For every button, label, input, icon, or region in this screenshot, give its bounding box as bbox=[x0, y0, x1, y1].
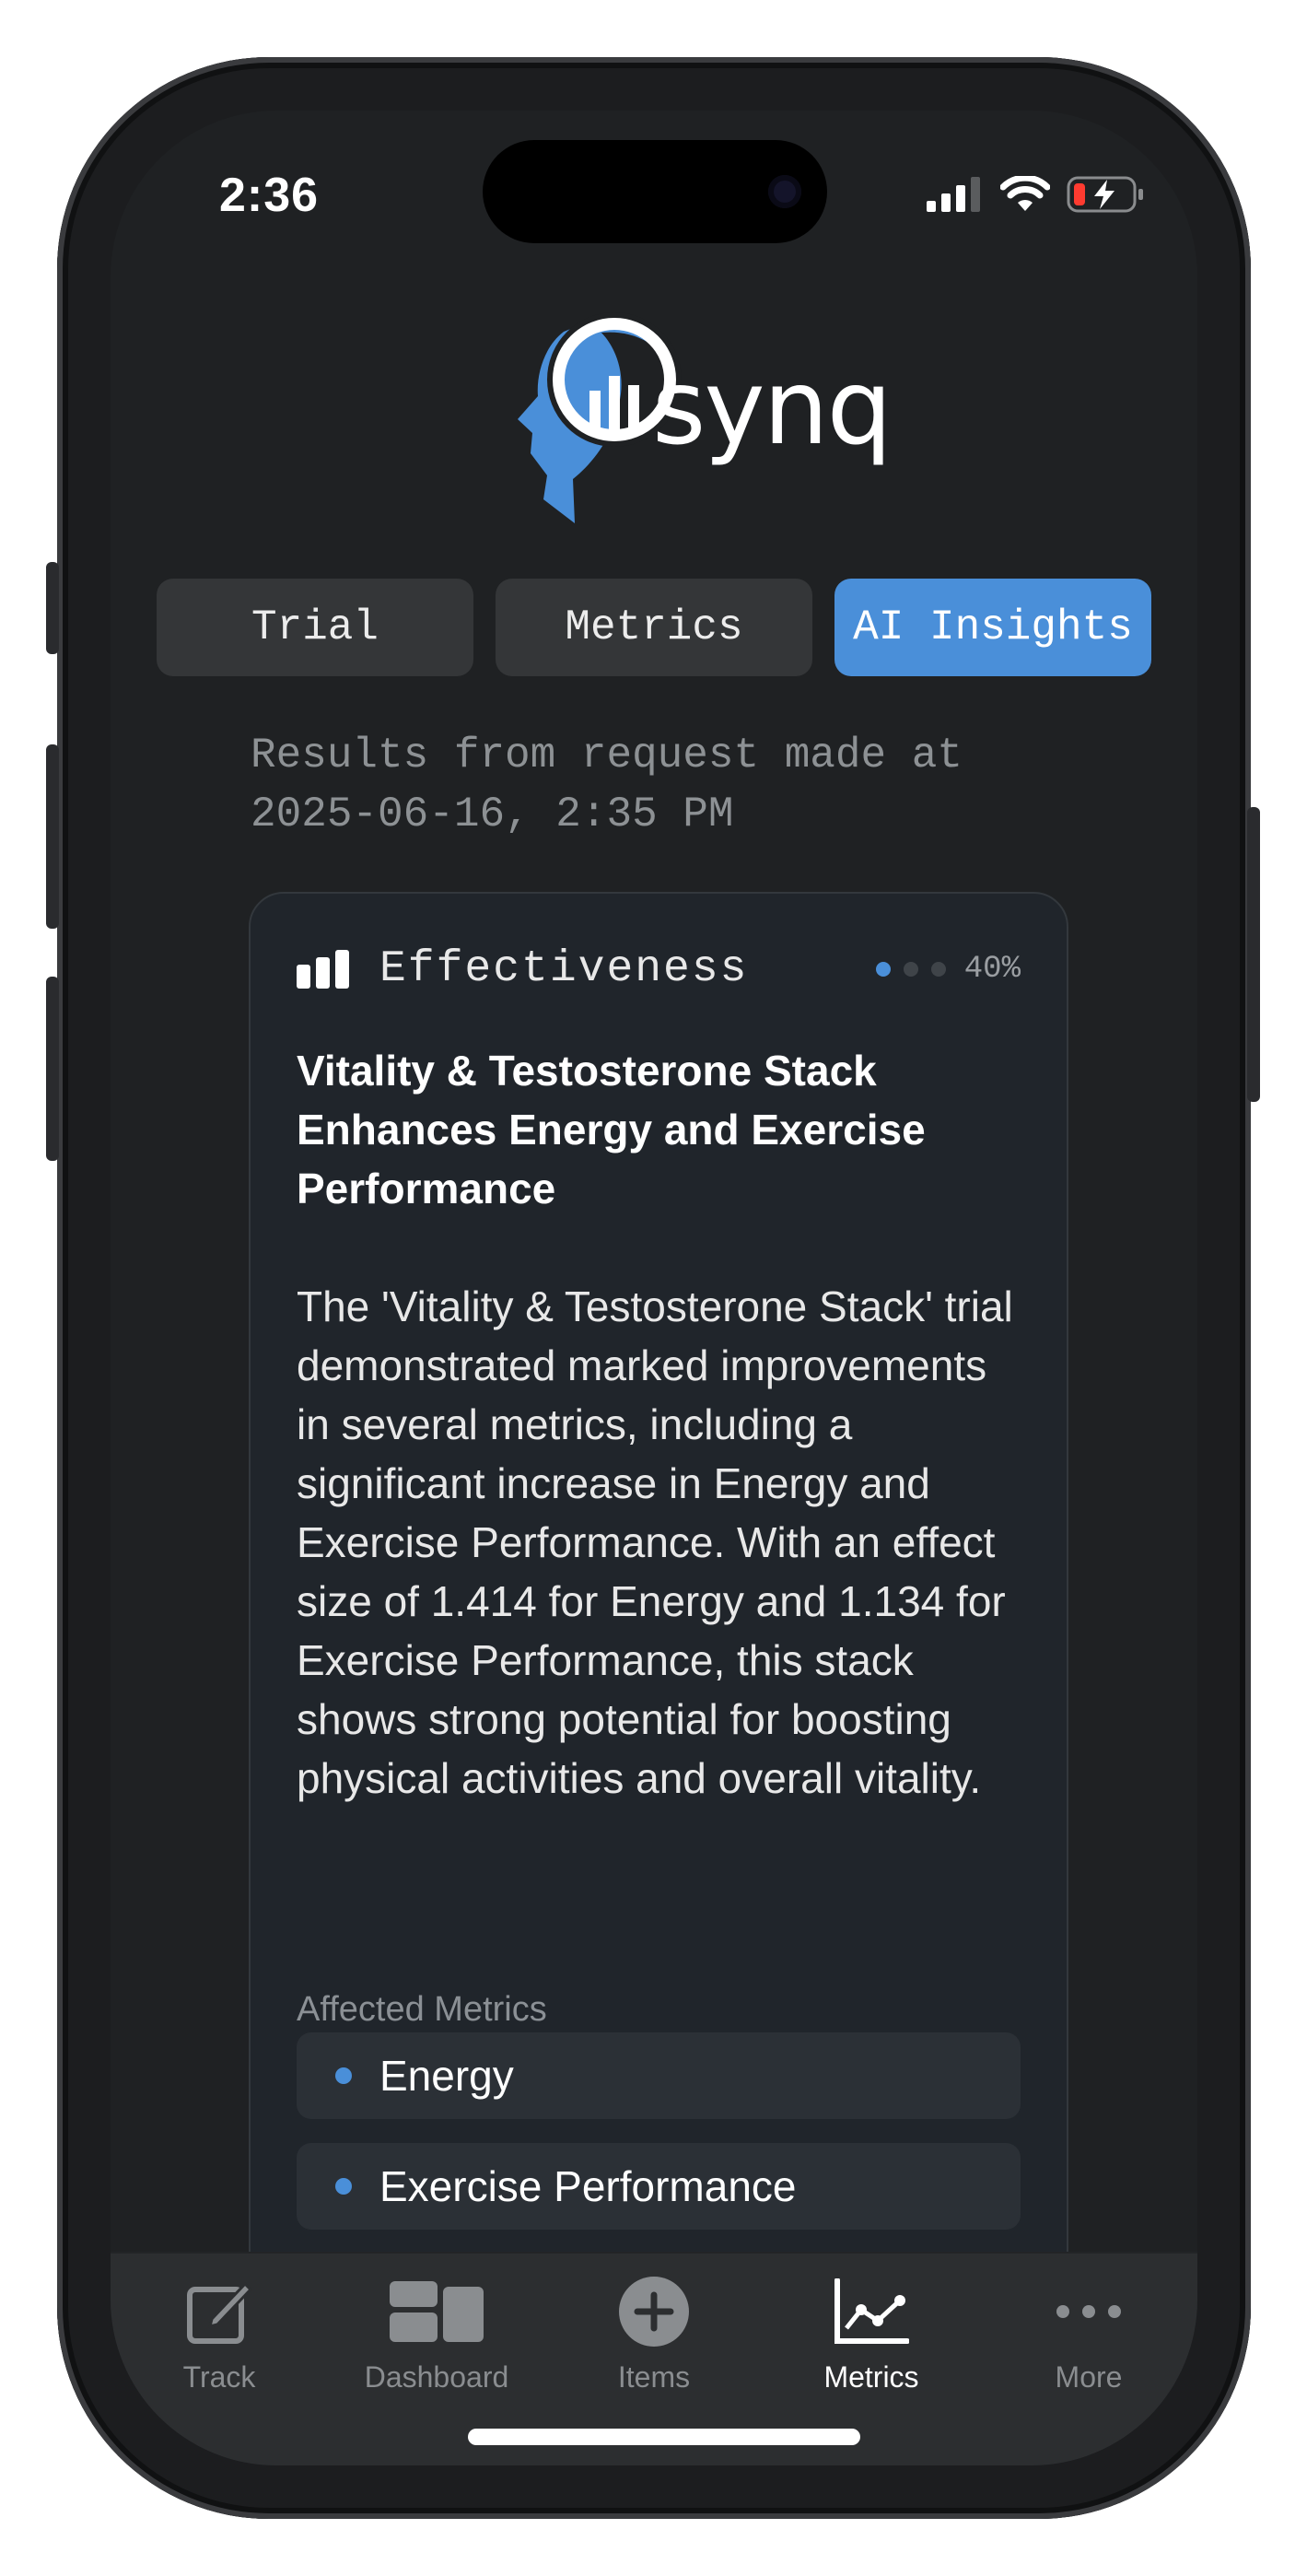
insight-card[interactable]: Effectiveness 40% Vitality & Testosteron… bbox=[249, 892, 1068, 2370]
results-line-2: 2025-06-16, 2:35 PM bbox=[251, 790, 734, 838]
segment-tabs: Trial Metrics AI Insights bbox=[157, 579, 1151, 678]
tab-bar-metrics[interactable]: Metrics bbox=[763, 2254, 980, 2401]
wifi-icon bbox=[1000, 176, 1050, 211]
confidence-dot-1 bbox=[875, 962, 891, 977]
volume-down-button bbox=[46, 977, 59, 1161]
tab-bar-more[interactable]: More bbox=[980, 2254, 1197, 2401]
cellular-signal-icon bbox=[927, 177, 980, 212]
status-time: 2:36 bbox=[219, 169, 320, 222]
home-indicator[interactable] bbox=[468, 2429, 860, 2445]
tab-ai-insights[interactable]: AI Insights bbox=[834, 579, 1151, 676]
results-timestamp: Results from request made at 2025-06-16,… bbox=[251, 726, 1061, 844]
affected-metric-label: Energy bbox=[379, 2052, 514, 2100]
volume-up-button bbox=[46, 744, 59, 929]
insight-body: The 'Vitality & Testosterone Stack' tria… bbox=[297, 1282, 1013, 1802]
edit-icon bbox=[187, 2281, 253, 2344]
confidence-dot-3 bbox=[930, 962, 946, 977]
bullet-dot-icon bbox=[335, 2178, 352, 2195]
affected-metric-item[interactable]: Energy bbox=[297, 2032, 1021, 2119]
insight-card-header: Effectiveness 40% bbox=[297, 942, 1021, 997]
battery-charging-icon bbox=[1067, 176, 1143, 213]
power-button bbox=[1247, 807, 1260, 1102]
tab-bar-label: Dashboard bbox=[364, 2360, 509, 2394]
plus-circle-icon bbox=[619, 2277, 689, 2347]
bar-chart-icon bbox=[297, 950, 349, 989]
confidence-percent: 40% bbox=[963, 952, 1021, 987]
affected-metrics-label: Affected Metrics bbox=[297, 1990, 547, 2029]
dynamic-island bbox=[483, 140, 827, 243]
tab-bar-label: Track bbox=[182, 2360, 256, 2394]
confidence-indicator: 40% bbox=[875, 952, 1021, 987]
status-icons bbox=[927, 175, 1146, 214]
dashboard-icon bbox=[390, 2281, 484, 2342]
tab-bar-dashboard[interactable]: Dashboard bbox=[328, 2254, 545, 2401]
results-line-1: Results from request made at bbox=[251, 732, 963, 779]
tab-bar-label: Metrics bbox=[823, 2360, 919, 2394]
confidence-dot-2 bbox=[903, 962, 918, 977]
line-chart-icon bbox=[834, 2278, 909, 2344]
bullet-dot-icon bbox=[335, 2067, 352, 2084]
app-screen: 2:36 synq Trial Metrics AI Insights Resu… bbox=[111, 111, 1197, 2465]
tab-bar-label: Items bbox=[617, 2360, 691, 2394]
brand-name: synq bbox=[652, 348, 893, 468]
affected-metric-item[interactable]: Exercise Performance bbox=[297, 2143, 1021, 2230]
insight-category: Effectiveness bbox=[379, 944, 749, 994]
tab-bar-items[interactable]: Items bbox=[545, 2254, 763, 2401]
affected-metric-label: Exercise Performance bbox=[379, 2162, 797, 2210]
more-dots-icon bbox=[1056, 2305, 1121, 2318]
tab-metrics[interactable]: Metrics bbox=[496, 579, 812, 676]
tab-bar-label: More bbox=[1055, 2360, 1123, 2394]
tab-trial[interactable]: Trial bbox=[157, 579, 473, 676]
action-button bbox=[46, 562, 59, 654]
tab-bar-track[interactable]: Track bbox=[111, 2254, 328, 2401]
insight-headline: Vitality & Testosterone Stack Enhances E… bbox=[297, 1047, 926, 1212]
